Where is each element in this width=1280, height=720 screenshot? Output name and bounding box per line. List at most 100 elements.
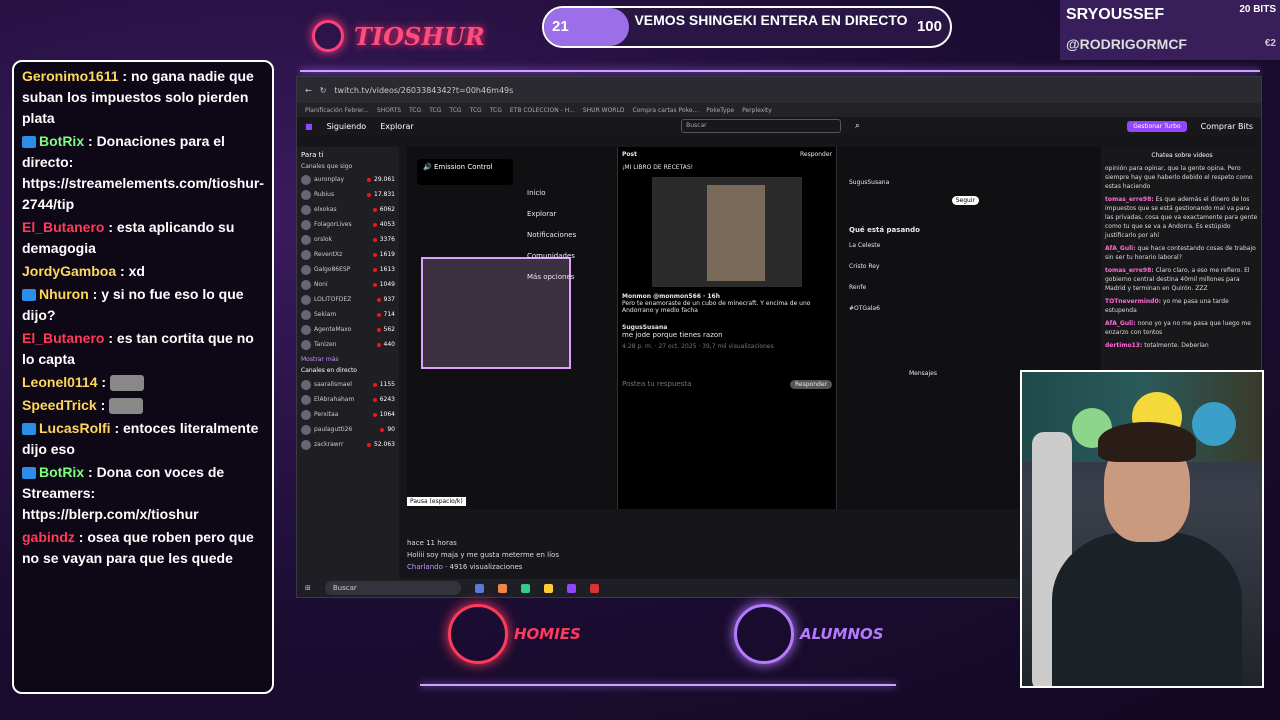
bookmark-item[interactable]: TCG bbox=[449, 107, 461, 114]
bookmark-item[interactable]: SHUR WORLD bbox=[583, 107, 625, 114]
live-dot-icon bbox=[372, 252, 377, 257]
emission-control-popup: 🔊 Emission Control bbox=[417, 159, 513, 185]
bookmark-item[interactable]: Perplexity bbox=[742, 107, 772, 114]
rail-channel[interactable]: Perxitaa 1064 bbox=[301, 407, 395, 422]
live-dot-icon bbox=[372, 237, 377, 242]
bookmark-item[interactable]: TCG bbox=[490, 107, 502, 114]
x-nav-item[interactable]: Inicio bbox=[527, 183, 576, 204]
avatar bbox=[301, 309, 311, 320]
neon-line-bottom bbox=[420, 684, 896, 686]
x-nav-item[interactable]: Comunidades bbox=[527, 246, 576, 267]
avatar bbox=[301, 189, 311, 200]
live-dot-icon bbox=[367, 177, 371, 182]
twitch-logo-icon[interactable]: ■ bbox=[305, 122, 313, 131]
channel-name: ElAbrahaham bbox=[314, 396, 355, 403]
x-post-video[interactable] bbox=[652, 177, 802, 287]
x-trend-2[interactable]: Cristo Rey bbox=[849, 263, 979, 270]
rail-title: Para ti bbox=[301, 151, 324, 159]
rail-channel[interactable]: auronplay 29.061 bbox=[301, 172, 395, 187]
twitch-search-input[interactable]: Buscar bbox=[681, 119, 842, 133]
x-nav-item[interactable]: Explorar bbox=[527, 204, 576, 225]
chat-text: : bbox=[101, 374, 107, 390]
live-dot-icon bbox=[372, 382, 377, 387]
bits-button[interactable]: Comprar Bits bbox=[1201, 122, 1253, 131]
x-trend-1[interactable]: La Celeste bbox=[849, 242, 979, 249]
x-reply-input[interactable]: Postea tu respuesta bbox=[622, 380, 691, 389]
vod-category[interactable]: Charlando bbox=[407, 563, 443, 571]
badge-icon bbox=[22, 289, 36, 302]
bookmark-item[interactable]: ETB COLECCION - H... bbox=[510, 107, 575, 114]
x-trend-3[interactable]: Renfe bbox=[849, 284, 979, 291]
rail-channel[interactable]: saarallsmael 1155 bbox=[301, 377, 395, 392]
bookmark-item[interactable]: Planificación Febrer... bbox=[305, 107, 369, 114]
rail-channel[interactable]: FolagorLives 4053 bbox=[301, 217, 395, 232]
vod-chat-message: AfA_Guli: que hace contestando cosas de … bbox=[1105, 244, 1259, 262]
chat-username: LucasRolfi bbox=[39, 420, 111, 436]
viewer-count: 937 bbox=[383, 296, 395, 303]
rail-channel[interactable]: AgenteMaxo 562 bbox=[301, 322, 395, 337]
turbo-button[interactable]: Gestionar Turbo bbox=[1127, 120, 1187, 132]
x-reply-button[interactable]: Responder bbox=[790, 380, 832, 389]
avatar bbox=[301, 204, 311, 215]
bookmark-item[interactable]: PokeType bbox=[706, 107, 734, 114]
x-trend-4[interactable]: #OTGala6 bbox=[849, 305, 979, 312]
video-player[interactable]: 🔊 Emission Control Inicio Explorar Notific… bbox=[407, 147, 1107, 509]
live-dot-icon bbox=[372, 207, 377, 212]
x-reply-top-button[interactable]: Responder bbox=[800, 151, 832, 158]
x-nav-item[interactable]: Notificaciones bbox=[527, 225, 576, 246]
rail-channel[interactable]: orslok 3376 bbox=[301, 232, 395, 247]
rail-channel[interactable]: Noni 1049 bbox=[301, 277, 395, 292]
recent-donation: €2 bbox=[1264, 38, 1276, 49]
chat-text: : bbox=[100, 397, 106, 413]
bookmark-item[interactable]: SHORTS bbox=[377, 107, 401, 114]
vod-info: hace 11 horas Holiii soy maja y me gusta… bbox=[407, 537, 559, 573]
rail-channel[interactable]: ReventXz 1619 bbox=[301, 247, 395, 262]
live-dot-icon bbox=[367, 442, 371, 447]
address-bar[interactable]: twitch.tv/videos/2603384342?t=00h46m49s bbox=[334, 86, 513, 95]
x-nav-item[interactable]: Más opciones bbox=[527, 267, 576, 288]
nav-browse[interactable]: Explorar bbox=[380, 122, 413, 131]
neon-line-top bbox=[300, 70, 1260, 72]
taskbar-search[interactable]: Buscar bbox=[324, 581, 461, 595]
live-dot-icon bbox=[376, 312, 381, 317]
rail-channel[interactable]: ElAbrahaham 6243 bbox=[301, 392, 395, 407]
channel-name: LOLITOFDEZ bbox=[314, 296, 352, 303]
windows-start-icon[interactable]: ⊞ bbox=[305, 584, 311, 592]
taskbar-app-icon[interactable] bbox=[474, 583, 484, 593]
rail-channel[interactable]: Rubius 17.831 bbox=[301, 187, 395, 202]
search-icon[interactable]: ⌕ bbox=[855, 121, 859, 131]
rail-channel[interactable]: elxokas 6062 bbox=[301, 202, 395, 217]
badge-icon bbox=[22, 423, 36, 436]
vod-chat-message: tomas_erre98: Claro claro, a eso me refi… bbox=[1105, 266, 1259, 293]
chat-message: LucasRolfi : entoces literalmente dijo e… bbox=[22, 418, 264, 460]
taskbar-app-icon[interactable] bbox=[520, 583, 530, 593]
rail-channel[interactable]: Sekiam 714 bbox=[301, 307, 395, 322]
rail-channel[interactable]: LOLITOFDEZ 937 bbox=[301, 292, 395, 307]
channel-name: AgenteMaxo bbox=[314, 326, 352, 333]
taskbar-app-icon[interactable] bbox=[566, 583, 576, 593]
rail-channel[interactable]: paulagutti26 90 bbox=[301, 422, 395, 437]
reload-icon[interactable]: ↻ bbox=[320, 86, 327, 95]
channel-name: Noni bbox=[314, 281, 328, 288]
back-icon[interactable]: ← bbox=[305, 86, 312, 95]
bookmark-item[interactable]: TCG bbox=[429, 107, 441, 114]
rail-channel[interactable]: Galgo86ESP 1613 bbox=[301, 262, 395, 277]
taskbar-app-icon[interactable] bbox=[543, 583, 553, 593]
channel-name: Galgo86ESP bbox=[314, 266, 351, 273]
x-tweet2-author: SugusSusana bbox=[622, 324, 668, 331]
taskbar-app-icon[interactable] bbox=[589, 583, 599, 593]
live-dot-icon bbox=[372, 397, 377, 402]
streamer-hair bbox=[1098, 422, 1196, 462]
rail-more[interactable]: Mostrar más bbox=[301, 356, 395, 363]
x-follow-button[interactable]: Seguir bbox=[951, 196, 979, 205]
rail-channel[interactable]: zackrawrr 52.063 bbox=[301, 437, 395, 452]
bookmark-item[interactable]: Compra cartas Poke... bbox=[632, 107, 698, 114]
bookmark-item[interactable]: TCG bbox=[409, 107, 421, 114]
taskbar-app-icon[interactable] bbox=[497, 583, 507, 593]
viewer-count: 1064 bbox=[379, 411, 395, 418]
x-post-column: Post Responder ¡MI LIBRO DE RECETAS! Monm… bbox=[617, 147, 837, 509]
nav-following[interactable]: Siguiendo bbox=[327, 122, 367, 131]
rail-channel[interactable]: Tanizen 440 bbox=[301, 337, 395, 352]
x-messages[interactable]: Mensajes bbox=[909, 370, 979, 377]
bookmark-item[interactable]: TCG bbox=[470, 107, 482, 114]
